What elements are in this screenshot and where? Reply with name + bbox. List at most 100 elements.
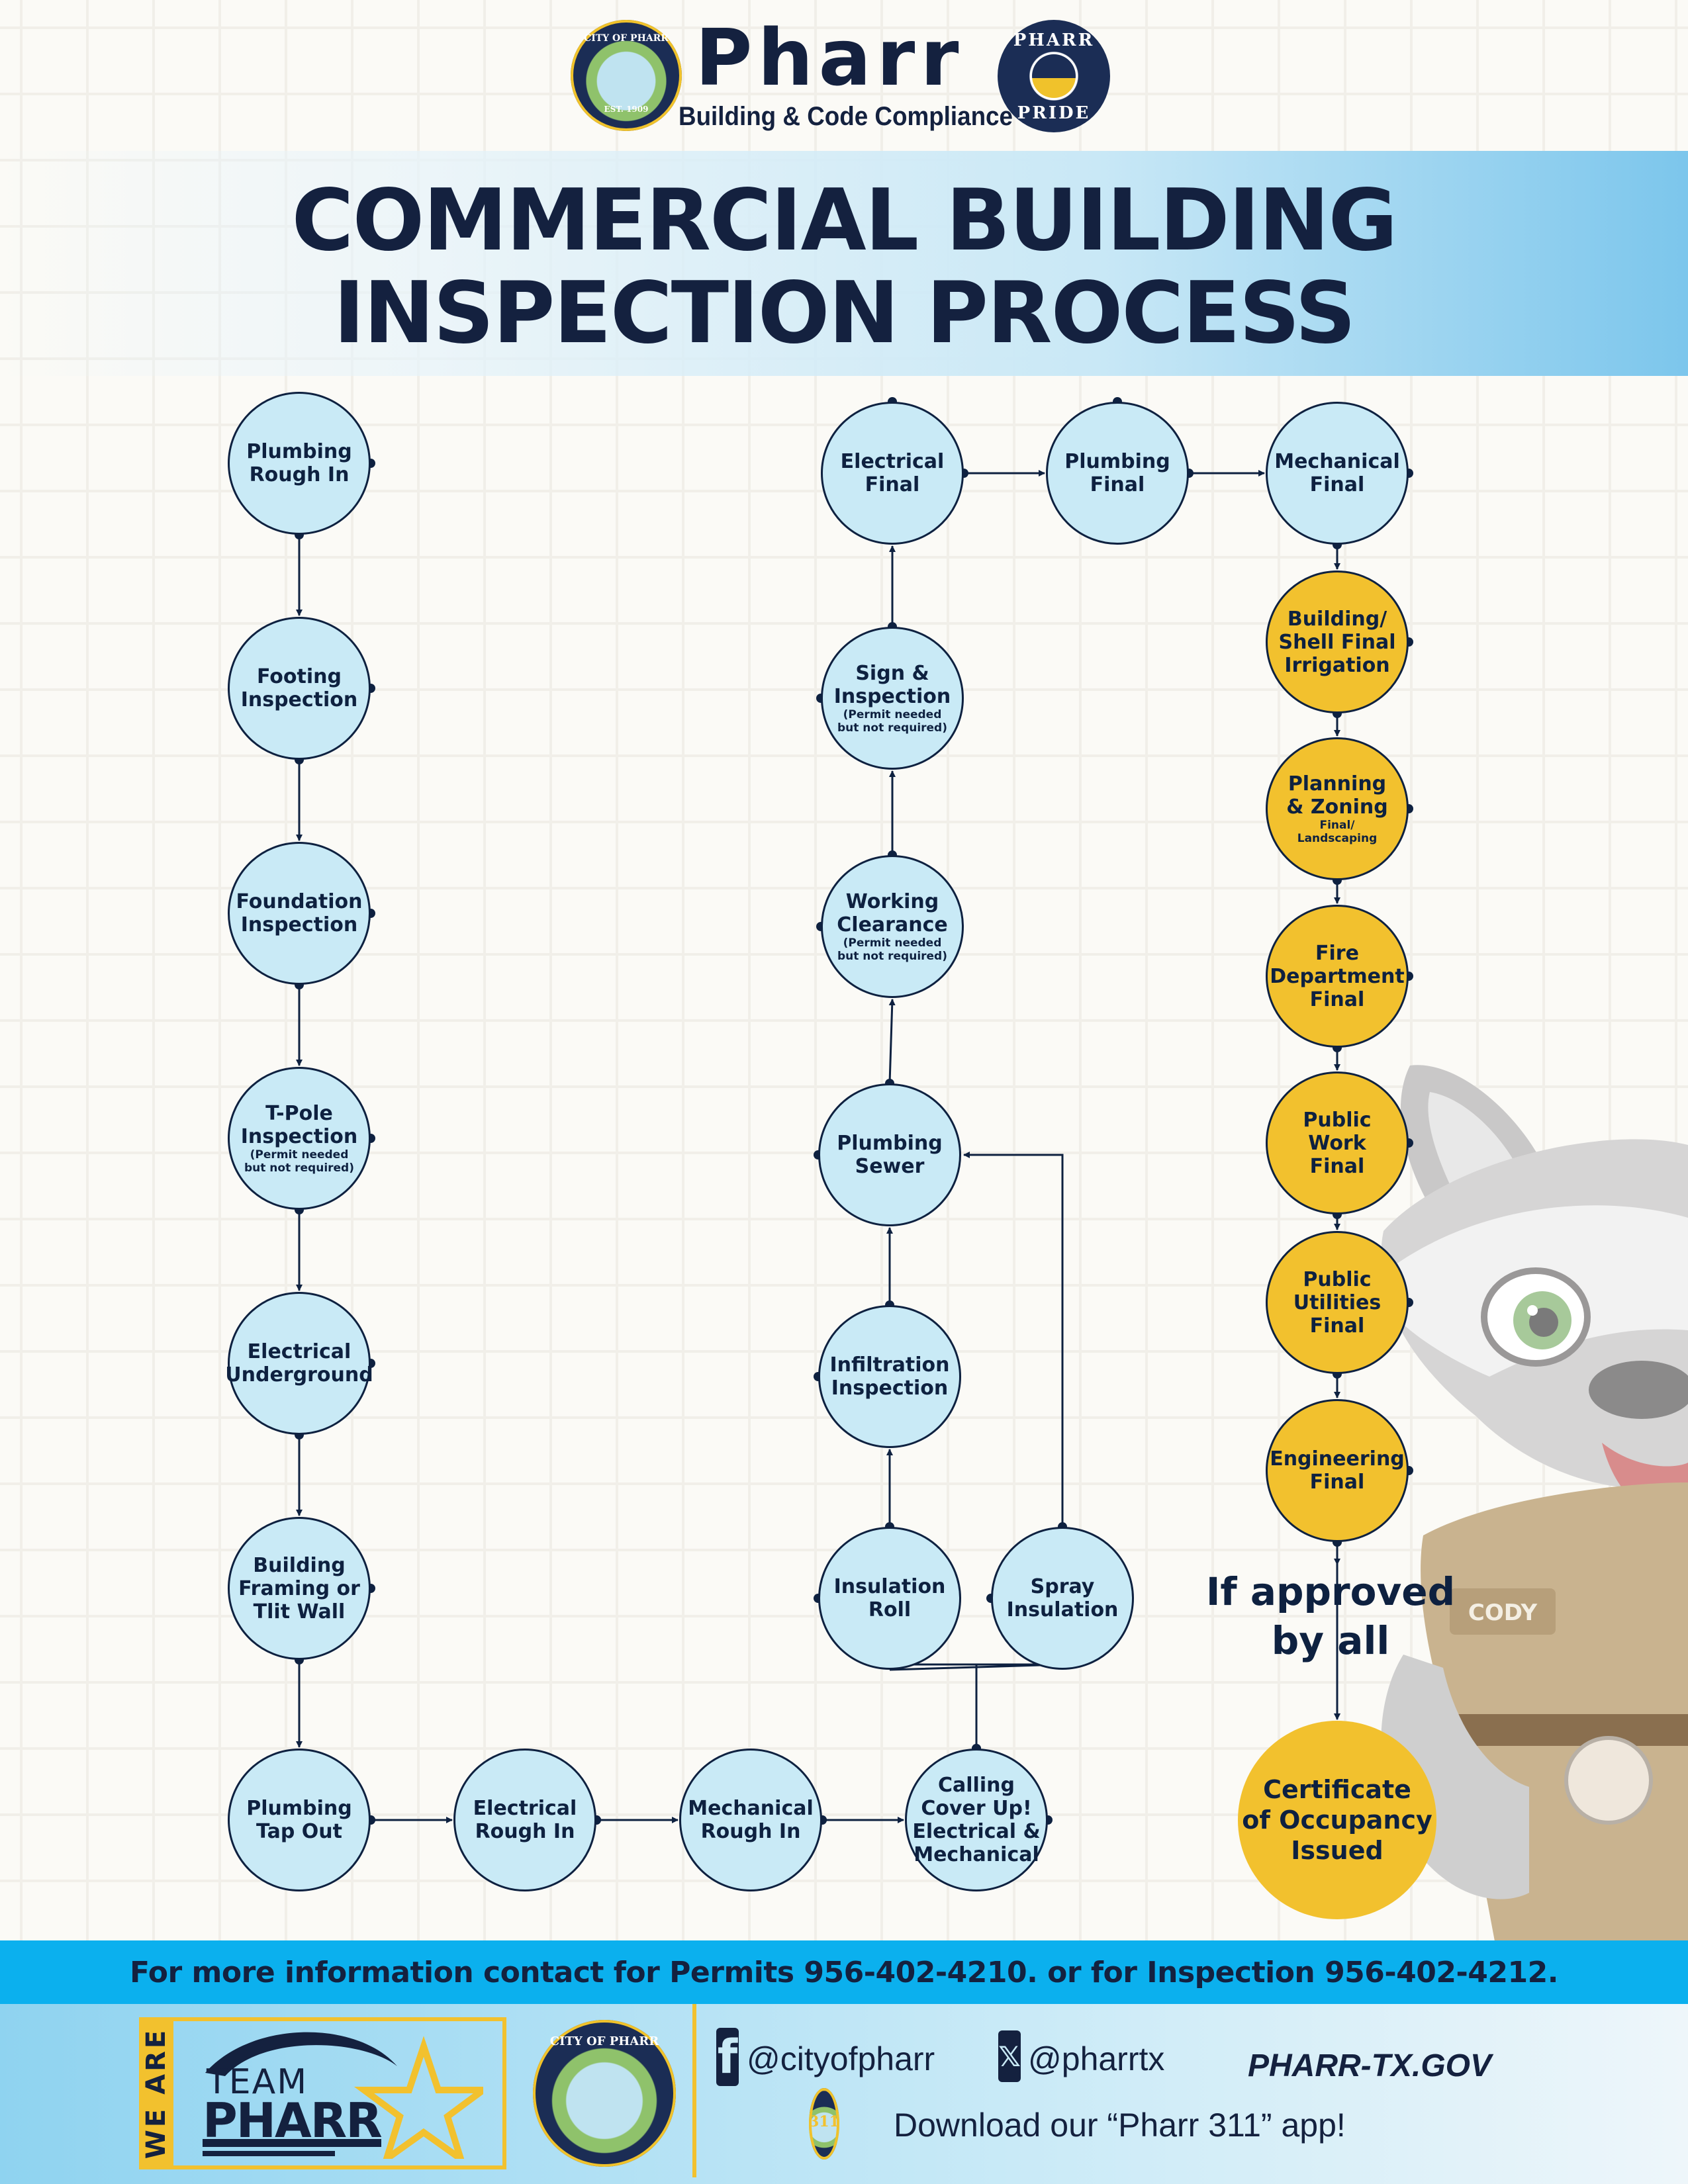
- flow-node-label: Final: [1309, 473, 1365, 496]
- x-icon[interactable]: 𝕏: [998, 2030, 1021, 2082]
- facebook-handle-link[interactable]: @cityofpharr: [747, 2040, 935, 2078]
- flow-node-label: Rough In: [475, 1820, 575, 1843]
- facebook-icon[interactable]: f: [716, 2028, 739, 2086]
- flow-node-plumbing-sewer: Plumbing Sewer: [818, 1083, 961, 1226]
- website-link[interactable]: PHARR-TX.GOV: [1248, 2048, 1491, 2084]
- flow-node-label: & Zoning: [1286, 796, 1388, 819]
- flow-node-label: Utilities: [1293, 1291, 1382, 1314]
- flow-node-note: but not required): [837, 950, 947, 963]
- flow-node-label: Final: [1309, 1471, 1365, 1494]
- flow-node-electrical-final: Electrical Final: [821, 402, 964, 545]
- flow-node-label: Final: [1309, 987, 1365, 1011]
- flow-node-label: Rough In: [700, 1820, 801, 1843]
- flow-node-label: Working: [845, 890, 939, 913]
- flow-node-label: Sign &: [855, 662, 929, 685]
- flow-node-label: Roll: [868, 1598, 912, 1621]
- flow-node-label: Underground: [225, 1363, 373, 1387]
- flow-node-note: (Permit needed: [250, 1148, 349, 1161]
- flow-node-label: Infiltration: [829, 1353, 950, 1377]
- flow-node-certificate-of-occupancy: Certificate of Occupancy Issued: [1238, 1721, 1436, 1919]
- flow-node-label: Spray: [1030, 1575, 1095, 1598]
- flow-node-label: Tap Out: [256, 1820, 342, 1843]
- flow-node-label: Building: [253, 1553, 346, 1577]
- flow-node-label: Electrical &: [912, 1820, 1041, 1843]
- flow-node-label: Public: [1303, 1267, 1372, 1291]
- x-handle-link[interactable]: @pharrtx: [1028, 2040, 1164, 2078]
- flow-node-label: Issued: [1291, 1836, 1383, 1865]
- flow-node-note: Landscaping: [1297, 832, 1378, 845]
- flow-node-foundation-inspection: Foundation Inspection: [228, 842, 371, 985]
- flow-node-label: Rough In: [249, 463, 350, 486]
- flow-node-label: Calling: [938, 1774, 1015, 1797]
- flow-node-planning-zoning: Planning & Zoning Final/Landscaping: [1266, 737, 1409, 880]
- flow-node-sign-inspection: Sign & Inspection (Permit needed but not re…: [821, 627, 964, 770]
- flow-node-label: Final: [1090, 473, 1145, 496]
- flow-node-label: Certificate: [1263, 1775, 1411, 1804]
- flow-node-footing-inspection: Footing Inspection: [228, 617, 371, 760]
- flow-node-label: Shell Final: [1278, 630, 1396, 654]
- flow-node-label: Inspection: [240, 688, 358, 711]
- flow-node-label: Insulation: [833, 1575, 946, 1598]
- flow-node-label: Public: [1303, 1108, 1372, 1132]
- flow-edge-cover-up-to-insulation: [889, 1663, 1063, 1749]
- flow-node-calling-cover-up: Calling Cover Up! Electrical & Mechanical: [905, 1749, 1048, 1891]
- flow-node-engineering-final: Engineering Final: [1266, 1399, 1409, 1542]
- app-download-text[interactable]: Download our “Pharr 311” app!: [894, 2106, 1346, 2144]
- flow-node-note: Final/: [1319, 819, 1355, 832]
- flow-node-label: Footing: [257, 665, 342, 688]
- flow-node-label: Irrigation: [1284, 653, 1390, 677]
- contact-info-bar: For more information contact for Permits…: [0, 1940, 1688, 2004]
- flow-node-label: Plumbing: [1064, 450, 1170, 473]
- flow-node-spray-insulation: Spray Insulation: [991, 1527, 1134, 1670]
- flow-node-label: T-Pole: [265, 1102, 333, 1125]
- flow-node-label: Department: [1270, 964, 1405, 988]
- app-badge-text: 311: [809, 2113, 839, 2130]
- flow-node-label: Electrical: [247, 1340, 352, 1363]
- flow-node-building-framing: Building Framing or Tlit Wall: [228, 1517, 371, 1660]
- contact-info-text: For more information contact for Permits…: [130, 1955, 1558, 1989]
- flow-node-label: Work: [1308, 1131, 1366, 1155]
- we-are-text: WE ARE: [141, 2027, 172, 2160]
- flow-edge-spray-insulation-to-plumbing-sewer: [963, 1152, 1064, 1527]
- flow-node-note: (Permit needed: [843, 936, 942, 950]
- flow-node-label: Framing or: [238, 1576, 360, 1600]
- approval-condition-line-1: If approved: [1205, 1569, 1456, 1614]
- flow-node-label: Plumbing: [246, 440, 352, 463]
- flow-node-label: Building/: [1287, 607, 1387, 631]
- flow-edge-plumbing-sewer-to-working-clearance: [888, 999, 896, 1084]
- flow-node-note: but not required): [244, 1161, 354, 1175]
- pharr-311-app-icon: 311: [809, 2088, 839, 2160]
- flow-node-label: Foundation: [236, 890, 363, 913]
- flow-node-label: Final: [1309, 1154, 1365, 1178]
- flow-node-plumbing-final: Plumbing Final: [1046, 402, 1189, 545]
- footer-divider: [692, 2004, 696, 2177]
- flow-node-label: Tlit Wall: [253, 1600, 346, 1623]
- pharr-word: PHARR: [203, 2093, 383, 2148]
- flow-node-label: Final: [1309, 1314, 1365, 1338]
- footer-seal-text: CITY OF PHARR: [549, 2034, 659, 2048]
- flow-node-label: Mechanical: [688, 1797, 814, 1820]
- flow-node-public-utilities-final: Public Utilities Final: [1266, 1231, 1409, 1374]
- approval-condition-label: If approved by all: [1198, 1567, 1463, 1665]
- approval-condition-line-2: by all: [1271, 1618, 1390, 1663]
- flow-node-infiltration-inspection: Infiltration Inspection: [818, 1305, 961, 1448]
- we-are-label: WE ARE: [139, 2017, 173, 2169]
- flow-node-building-shell-final: Building/Shell Final Irrigation: [1266, 570, 1409, 713]
- flow-node-insulation-roll: Insulation Roll: [818, 1527, 961, 1670]
- flow-node-mechanical-final: Mechanical Final: [1266, 402, 1409, 545]
- flow-node-working-clearance: Working Clearance (Permit needed but not re…: [821, 855, 964, 998]
- flow-node-t-pole-inspection: T-Pole Inspection (Permit needed but not re…: [228, 1067, 371, 1210]
- flow-node-label: Inspection: [833, 685, 951, 708]
- flow-node-note: (Permit needed: [843, 708, 942, 721]
- flow-node-label: Electrical: [840, 450, 945, 473]
- flow-node-label: Electrical: [473, 1797, 577, 1820]
- flow-node-label: Inspection: [240, 1125, 358, 1148]
- flow-node-label: Fire: [1315, 941, 1359, 965]
- flow-node-label: Inspection: [831, 1377, 949, 1400]
- footer-city-seal-icon: CITY OF PHARR: [533, 2020, 676, 2167]
- flow-node-label: Mechanical: [1274, 450, 1400, 473]
- flow-node-electrical-underground: Electrical Underground: [225, 1292, 373, 1435]
- flow-node-label: Clearance: [837, 913, 948, 936]
- flow-node-label: Plumbing: [837, 1132, 943, 1155]
- flow-node-label: Mechanical: [914, 1843, 1039, 1866]
